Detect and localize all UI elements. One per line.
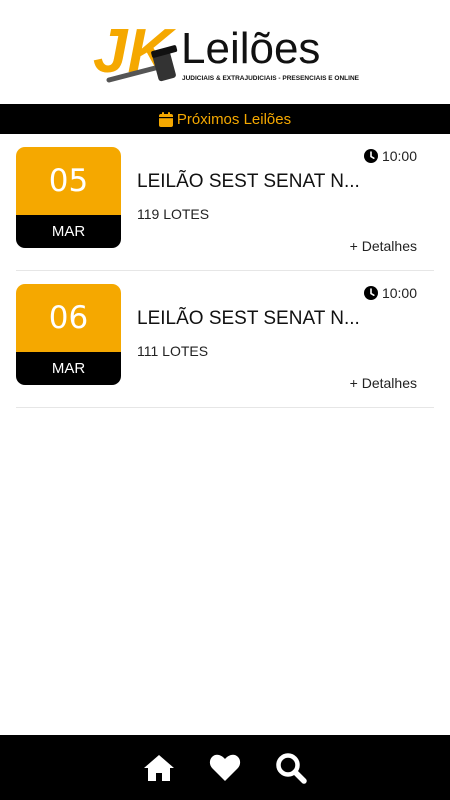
date-badge: 05 MAR bbox=[16, 147, 121, 248]
auction-lots: 111 LOTES bbox=[137, 343, 209, 359]
nav-home-button[interactable] bbox=[141, 750, 177, 786]
logo-tagline: JUDICIAIS & EXTRAJUDICIAIS - PRESENCIAIS… bbox=[182, 75, 360, 82]
date-month: MAR bbox=[16, 215, 121, 248]
auction-item[interactable]: 05 MAR 10:00 LEILÃO SEST SENAT N... 119 … bbox=[16, 134, 434, 271]
auction-list: 05 MAR 10:00 LEILÃO SEST SENAT N... 119 … bbox=[16, 134, 434, 408]
date-badge: 06 MAR bbox=[16, 284, 121, 385]
search-icon bbox=[276, 752, 307, 784]
auction-time-label: 10:00 bbox=[381, 285, 417, 301]
nav-favorites-button[interactable] bbox=[207, 750, 243, 786]
clock-icon bbox=[363, 286, 378, 300]
logo-text: Leilões bbox=[181, 24, 320, 73]
section-header: Próximos Leilões bbox=[0, 104, 450, 134]
date-day: 05 bbox=[16, 147, 121, 215]
calendar-icon bbox=[158, 111, 173, 127]
auction-time: 10:00 bbox=[363, 285, 417, 301]
date-month: MAR bbox=[16, 352, 121, 385]
header: JK Leilões JUDICIAIS & EXTRAJUDICIAIS - … bbox=[0, 0, 450, 104]
auction-title[interactable]: LEILÃO SEST SENAT N... bbox=[137, 171, 360, 193]
auction-title[interactable]: LEILÃO SEST SENAT N... bbox=[137, 308, 360, 330]
auction-lots: 119 LOTES bbox=[137, 206, 210, 222]
app-screen: JK Leilões JUDICIAIS & EXTRAJUDICIAIS - … bbox=[0, 0, 450, 800]
details-link[interactable]: + Detalhes bbox=[350, 238, 417, 254]
clock-icon bbox=[363, 149, 378, 163]
auction-item[interactable]: 06 MAR 10:00 LEILÃO SEST SENAT N... 111 … bbox=[16, 271, 434, 408]
auction-time: 10:00 bbox=[363, 148, 417, 164]
section-title: Próximos Leilões bbox=[176, 110, 292, 128]
logo: JK Leilões JUDICIAIS & EXTRAJUDICIAIS - … bbox=[93, 17, 360, 86]
bottom-nav bbox=[0, 735, 450, 800]
details-link[interactable]: + Detalhes bbox=[350, 375, 417, 391]
home-icon bbox=[144, 754, 174, 781]
heart-icon bbox=[209, 754, 241, 781]
auction-time-label: 10:00 bbox=[381, 148, 417, 164]
nav-search-button[interactable] bbox=[273, 750, 309, 786]
date-day: 06 bbox=[16, 284, 121, 352]
